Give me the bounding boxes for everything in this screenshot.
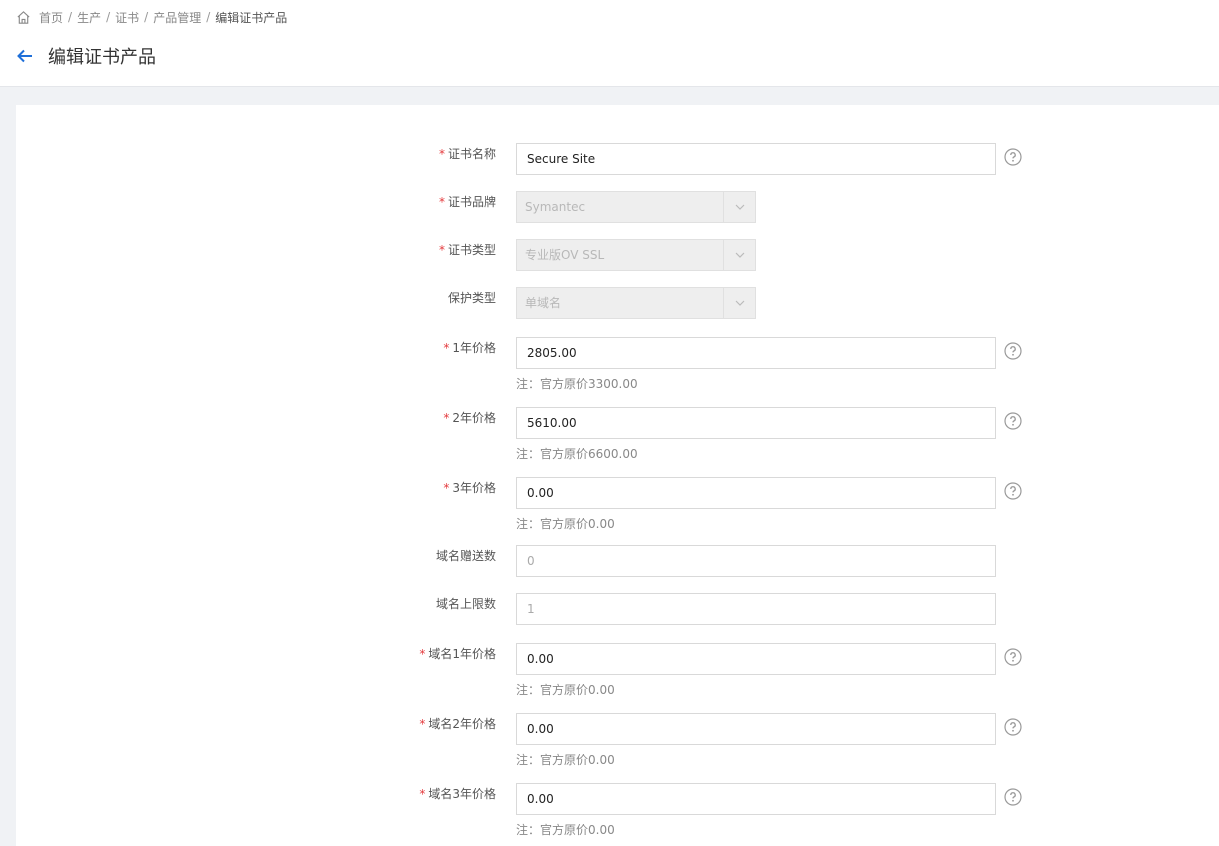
domain-price-2y-note: 注：官方原价0.00 bbox=[516, 753, 615, 767]
help-icon[interactable] bbox=[1004, 412, 1022, 430]
breadcrumb-current: 编辑证书产品 bbox=[215, 10, 288, 25]
form-row-price-1y: * 1年价格 2805.00 注：官方原价3300.00 bbox=[16, 337, 1219, 391]
cert-brand-value: Symantec bbox=[525, 200, 586, 214]
domain-gift-input[interactable]: 0 bbox=[516, 545, 996, 577]
breadcrumb-separator: / bbox=[144, 10, 149, 24]
domain-price-1y-input[interactable]: 0.00 bbox=[516, 643, 996, 675]
form-panel: * 证书名称 Secure Site * 证书品牌 Symantec * 证书类型 专… bbox=[16, 105, 1219, 846]
price-1y-label: * 1年价格 bbox=[443, 341, 496, 355]
protect-type-select[interactable]: 单域名 bbox=[516, 287, 756, 319]
price-3y-label: * 3年价格 bbox=[443, 481, 496, 495]
domain-price-1y-label: * 域名1年价格 bbox=[419, 647, 496, 661]
form-row-cert-type: * 证书类型 专业版OV SSL bbox=[16, 239, 1219, 271]
chevron-down-icon bbox=[723, 192, 755, 222]
help-icon[interactable] bbox=[1004, 788, 1022, 806]
cert-type-value: 专业版OV SSL bbox=[525, 248, 605, 262]
help-icon[interactable] bbox=[1004, 648, 1022, 666]
protect-type-label: 保护类型 bbox=[447, 291, 496, 305]
help-icon[interactable] bbox=[1004, 148, 1022, 166]
help-icon[interactable] bbox=[1004, 718, 1022, 736]
cert-name-input[interactable]: Secure Site bbox=[516, 143, 996, 175]
required-mark: * bbox=[419, 647, 426, 661]
form-row-domain-limit: 域名上限数 1 bbox=[16, 593, 1219, 625]
price-1y-input[interactable]: 2805.00 bbox=[516, 337, 996, 369]
price-3y-note: 注：官方原价0.00 bbox=[516, 517, 615, 531]
required-mark: * bbox=[419, 787, 426, 801]
price-1y-note: 注：官方原价3300.00 bbox=[516, 377, 638, 391]
price-2y-label: * 2年价格 bbox=[443, 411, 496, 425]
form-row-domain-price-1y: * 域名1年价格 0.00 注：官方原价0.00 bbox=[16, 643, 1219, 697]
form-row-price-2y: * 2年价格 5610.00 注：官方原价6600.00 bbox=[16, 407, 1219, 461]
domain-price-2y-input[interactable]: 0.00 bbox=[516, 713, 996, 745]
cert-type-label: * 证书类型 bbox=[438, 243, 496, 257]
form-row-domain-price-3y: * 域名3年价格 0.00 注：官方原价0.00 bbox=[16, 783, 1219, 837]
cert-type-select[interactable]: 专业版OV SSL bbox=[516, 239, 756, 271]
domain-limit-input[interactable]: 1 bbox=[516, 593, 996, 625]
domain-price-3y-input[interactable]: 0.00 bbox=[516, 783, 996, 815]
protect-type-value: 单域名 bbox=[525, 296, 562, 310]
form-row-cert-name: * 证书名称 Secure Site bbox=[16, 143, 1219, 175]
domain-price-1y-note: 注：官方原价0.00 bbox=[516, 683, 615, 697]
required-mark: * bbox=[419, 717, 426, 731]
form-row-protect-type: 保护类型 单域名 bbox=[16, 287, 1219, 319]
required-mark: * bbox=[438, 147, 445, 161]
chevron-down-icon bbox=[723, 288, 755, 318]
chevron-down-icon bbox=[723, 240, 755, 270]
breadcrumb-separator: / bbox=[106, 10, 111, 24]
domain-price-2y-label: * 域名2年价格 bbox=[419, 717, 496, 731]
form-row-cert-brand: * 证书品牌 Symantec bbox=[16, 191, 1219, 223]
domain-price-3y-label: * 域名3年价格 bbox=[419, 787, 496, 801]
title-row: 编辑证书产品 bbox=[16, 43, 156, 69]
page-title: 编辑证书产品 bbox=[48, 47, 156, 68]
breadcrumb-separator: / bbox=[68, 10, 73, 24]
price-2y-note: 注：官方原价6600.00 bbox=[516, 447, 638, 461]
cert-brand-label: * 证书品牌 bbox=[438, 195, 496, 209]
domain-price-3y-note: 注：官方原价0.00 bbox=[516, 823, 615, 837]
breadcrumb-separator: / bbox=[206, 10, 211, 24]
breadcrumb-home[interactable]: 首页 bbox=[39, 9, 63, 26]
form-row-domain-gift: 域名赠送数 0 bbox=[16, 545, 1219, 577]
cert-brand-select[interactable]: Symantec bbox=[516, 191, 756, 223]
required-mark: * bbox=[443, 481, 450, 495]
help-icon[interactable] bbox=[1004, 342, 1022, 360]
form-row-price-3y: * 3年价格 0.00 注：官方原价0.00 bbox=[16, 477, 1219, 531]
domain-gift-label: 域名赠送数 bbox=[435, 549, 496, 563]
required-mark: * bbox=[438, 195, 445, 209]
required-mark: * bbox=[443, 341, 450, 355]
breadcrumb-certificate[interactable]: 证书 bbox=[115, 9, 139, 26]
domain-limit-label: 域名上限数 bbox=[435, 597, 496, 611]
help-icon[interactable] bbox=[1004, 482, 1022, 500]
price-2y-input[interactable]: 5610.00 bbox=[516, 407, 996, 439]
home-icon[interactable] bbox=[16, 10, 31, 25]
breadcrumb: 首页 / 生产 / 证书 / 产品管理 / 编辑证书产品 bbox=[16, 8, 287, 26]
back-arrow-icon[interactable] bbox=[16, 47, 34, 65]
required-mark: * bbox=[438, 243, 445, 257]
price-3y-input[interactable]: 0.00 bbox=[516, 477, 996, 509]
breadcrumb-production[interactable]: 生产 bbox=[77, 9, 101, 26]
cert-name-label: * 证书名称 bbox=[438, 147, 496, 161]
page-header: 首页 / 生产 / 证书 / 产品管理 / 编辑证书产品 编辑证书产品 bbox=[0, 0, 1219, 87]
required-mark: * bbox=[443, 411, 450, 425]
breadcrumb-product-management[interactable]: 产品管理 bbox=[153, 9, 201, 26]
form-row-domain-price-2y: * 域名2年价格 0.00 注：官方原价0.00 bbox=[16, 713, 1219, 767]
